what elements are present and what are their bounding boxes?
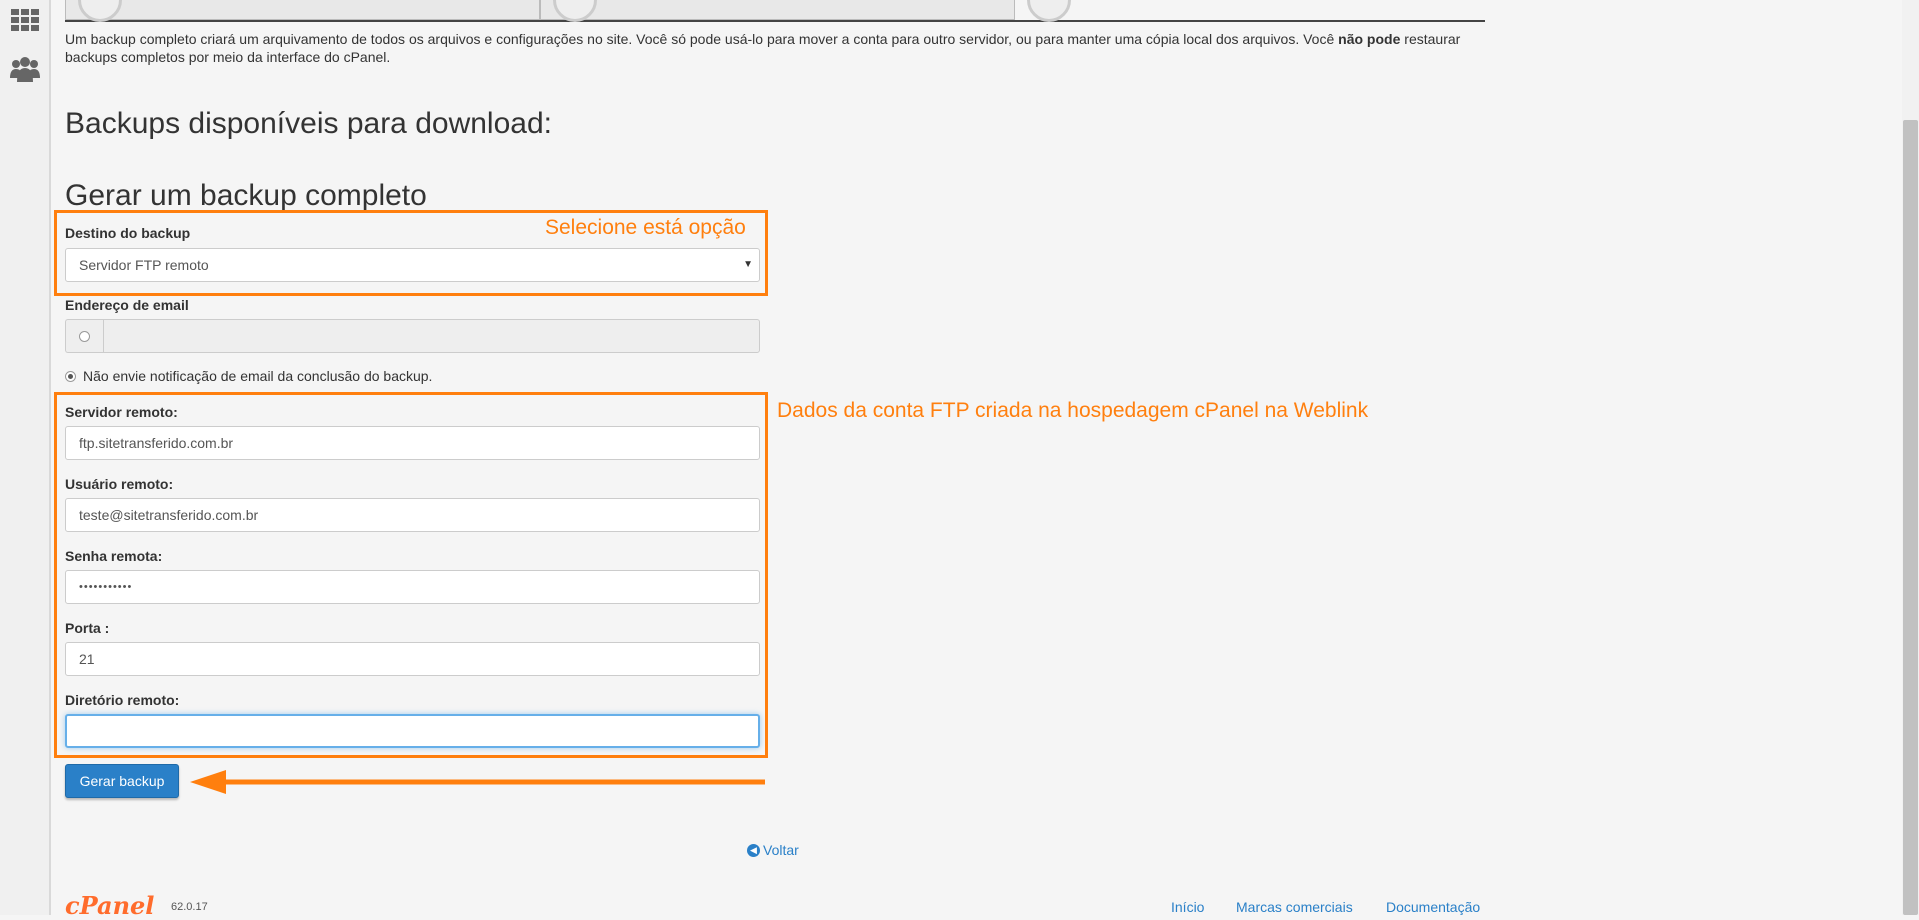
users-icon[interactable] [10,54,40,84]
grid-icon[interactable] [10,5,40,35]
page-scrollbar[interactable] [1902,0,1919,915]
arrow-circle-left-icon: ◀ [747,843,760,857]
annotation-ftp-data: Dados da conta FTP criada na hospedagem … [777,399,1369,422]
scrollbar-thumb[interactable] [1903,120,1918,915]
footer-link-documentation[interactable]: Documentação [1386,899,1480,915]
tab-3[interactable] [1015,0,1485,22]
annotation-box-ftp [54,392,768,758]
cpanel-version: 62.0.17 [171,901,208,913]
annotation-arrow [190,770,765,794]
tab-2[interactable] [540,0,1015,22]
email-field-group [65,319,760,353]
email-label: Endereço de email [65,297,189,313]
generate-backup-button[interactable]: Gerar backup [65,764,179,798]
cpanel-logo: cPanel [65,891,155,920]
footer-link-trademarks[interactable]: Marcas comerciais [1236,899,1353,915]
intro-text: Um backup completo criará um arquivament… [65,31,1461,65]
available-backups-heading: Backups disponíveis para download: [65,107,552,140]
back-link[interactable]: ◀ Voltar [747,842,799,858]
annotation-select-option: Selecione está opção [545,216,746,239]
email-radio[interactable] [79,331,90,342]
tab-1[interactable] [65,0,540,22]
footer-link-home[interactable]: Início [1171,899,1204,915]
backup-tabs [65,0,1485,22]
no-notification-label: Não envie notificação de email da conclu… [83,368,433,384]
no-notification-option[interactable]: Não envie notificação de email da conclu… [65,368,432,384]
back-label: Voltar [763,842,799,858]
generate-backup-heading: Gerar um backup completo [65,179,427,212]
email-radio-addon [65,319,103,353]
email-field[interactable] [103,319,760,353]
side-navigation [0,0,51,915]
no-notification-radio[interactable] [65,370,76,382]
